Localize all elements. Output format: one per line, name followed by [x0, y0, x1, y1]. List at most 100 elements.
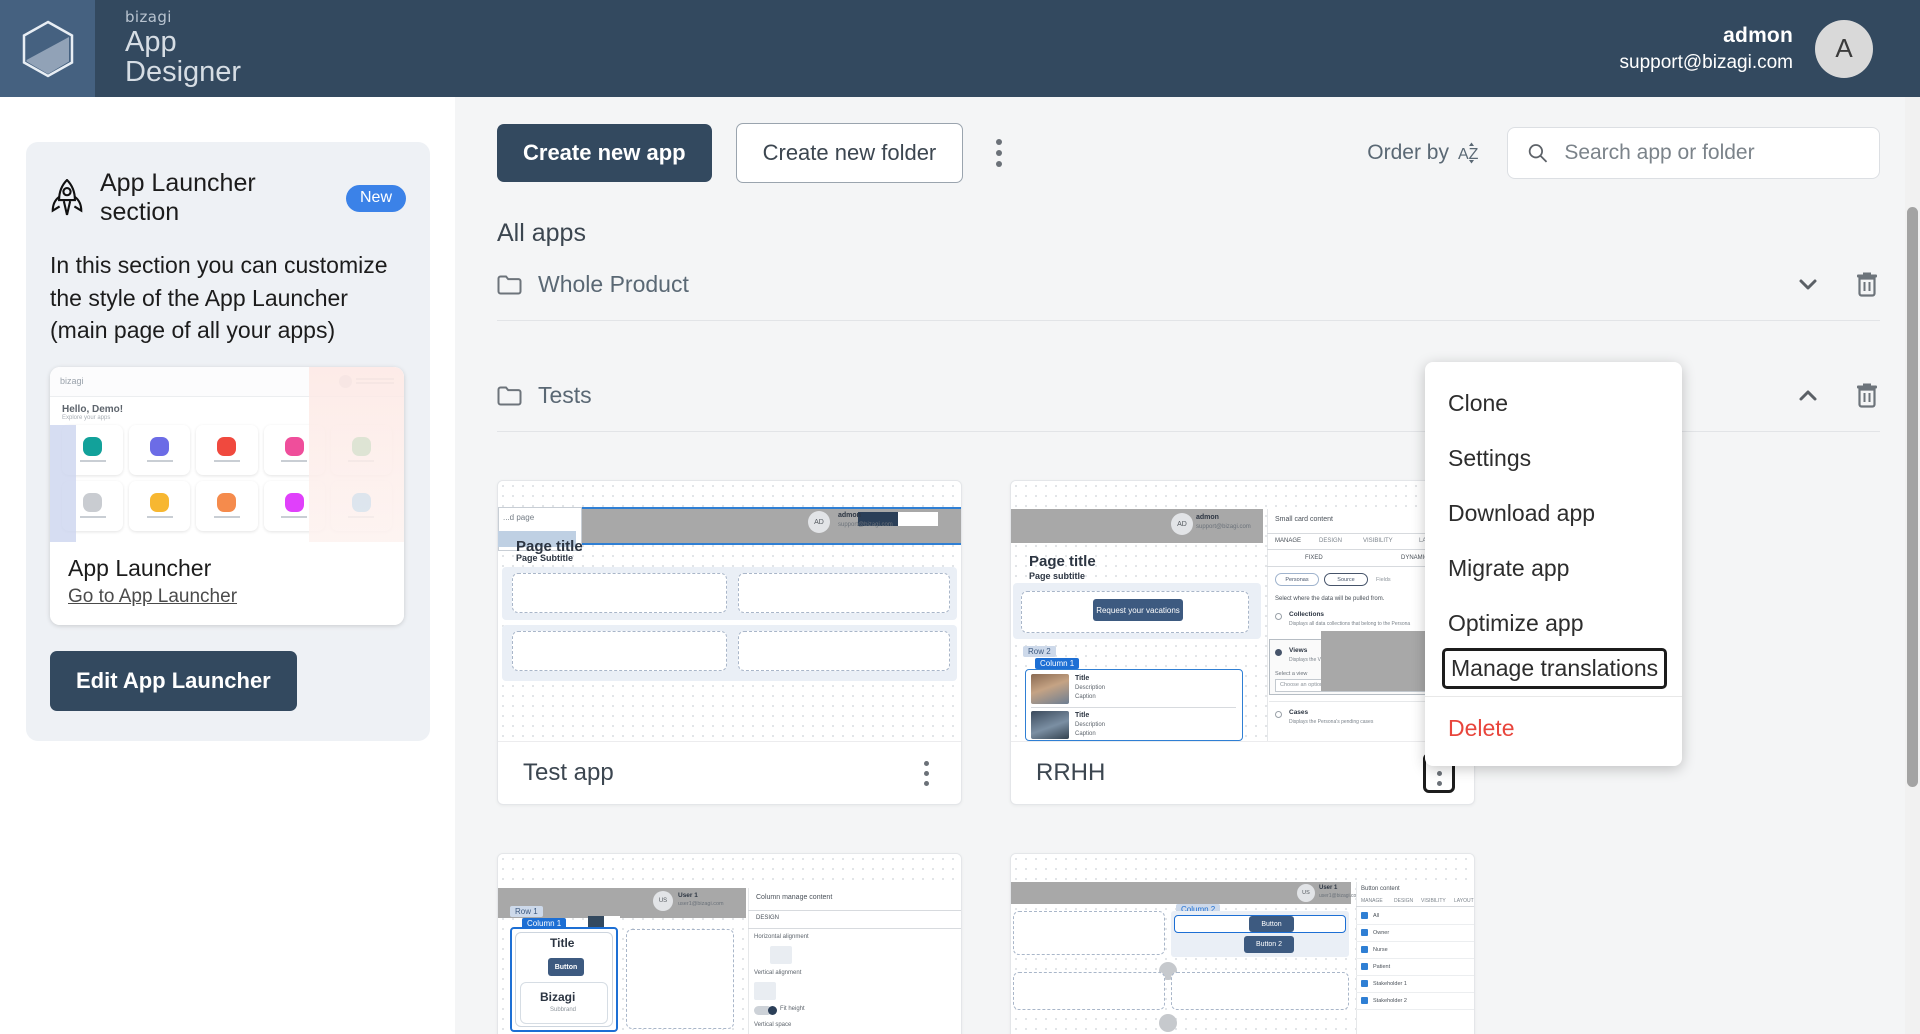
preview-tile-label: [79, 460, 106, 463]
brand-block: bizagi App Designer: [95, 7, 242, 88]
thumb-checkbox-row: All: [1361, 912, 1379, 919]
thumb-page-title: Page title: [1029, 553, 1096, 570]
thumb-page-subtitle: Page subtitle: [1029, 571, 1086, 581]
app-card[interactable]: US User 1 user1@bizagi.com Column 2 Butt…: [1010, 853, 1475, 1034]
preview-tile-icon: [150, 493, 170, 513]
new-badge: New: [345, 184, 406, 212]
edit-app-launcher-button[interactable]: Edit App Launcher: [50, 650, 297, 711]
trash-icon[interactable]: [1854, 270, 1880, 298]
preview-tile-label: [146, 516, 173, 519]
thumb-checkbox-row: Nurse: [1361, 946, 1388, 953]
context-menu-item-download-app[interactable]: Download app: [1425, 486, 1682, 541]
folder-name: Tests: [538, 381, 592, 408]
context-menu-item-migrate-app[interactable]: Migrate app: [1425, 541, 1682, 596]
thumb-field-label: Fit height: [780, 1006, 805, 1012]
preview-app-tile: [129, 480, 191, 531]
thumb-field-label: Horizontal alignment: [754, 934, 809, 940]
thumb-brand: Bizagi: [540, 990, 576, 1004]
go-to-app-launcher-link[interactable]: Go to App Launcher: [68, 586, 237, 608]
app-thumbnail: ...d page AD admon support@bizagi.com Pa…: [498, 481, 961, 741]
app-logo[interactable]: [0, 0, 95, 97]
preview-tile-icon: [83, 493, 103, 513]
thumb-row-label: Row 2: [1023, 646, 1056, 657]
preview-app-tile: [196, 424, 258, 475]
context-menu-item-clone[interactable]: Clone: [1425, 376, 1682, 431]
thumb-step: Source: [1324, 573, 1368, 586]
thumb-checkbox-label: Stakeholder 1: [1373, 980, 1407, 987]
trash-icon[interactable]: [1854, 381, 1880, 409]
app-card[interactable]: ...d page AD admon support@bizagi.com Pa…: [497, 480, 962, 805]
thumb-user: admon: [1196, 514, 1219, 521]
thumb-panel-subtab: FIXED: [1305, 555, 1323, 561]
thumb-avatar: US: [653, 891, 673, 911]
thumb-hint: Select where the data will be pulled fro…: [1275, 596, 1385, 602]
preview-tile-icon: [284, 437, 304, 457]
avatar[interactable]: A: [1815, 19, 1873, 78]
preview-tile-icon: [217, 437, 237, 457]
thumb-checkbox-label: Nurse: [1373, 946, 1388, 953]
preview-tile-label: [213, 460, 240, 463]
thumb-row-label: Row 1: [510, 906, 543, 917]
thumb-list-desc: Description: [1075, 722, 1106, 728]
thumb-option-label: Views: [1289, 647, 1308, 654]
create-new-folder-button[interactable]: Create new folder: [735, 123, 964, 183]
chevron-up-icon[interactable]: [1794, 381, 1822, 409]
chevron-down-icon[interactable]: [1794, 270, 1822, 298]
thumb-checkbox-row: Owner: [1361, 929, 1389, 936]
order-by-control[interactable]: Order by AZ: [1367, 140, 1484, 166]
preview-tile-label: [146, 460, 173, 463]
folder-icon: [497, 275, 522, 294]
folder-row[interactable]: Whole Product: [497, 270, 1880, 321]
page-scrollbar-track[interactable]: [1905, 97, 1920, 1034]
context-menu-item-optimize-app[interactable]: Optimize app: [1425, 596, 1682, 651]
toolbar-kebab-menu-icon[interactable]: [985, 135, 1013, 171]
preview-logo-text: bizagi: [60, 376, 84, 387]
thumb-panel-tab: VISIBILITY: [1421, 898, 1446, 904]
thumb-avatar: AD: [1171, 513, 1193, 535]
app-card[interactable]: AD admon support@bizagi.com Page title P…: [1010, 480, 1475, 805]
menu-separator: [1425, 696, 1682, 697]
thumb-panel-tab: MANAGE: [1361, 898, 1383, 904]
promo-title: App Launcher section: [100, 169, 256, 226]
thumb-list-title: Title: [1075, 675, 1090, 682]
header-user-area[interactable]: admon support@bizagi.com A: [1620, 19, 1920, 78]
preview-card-title: App Launcher: [68, 554, 212, 581]
thumb-select-placeholder: Choose an option: [1280, 682, 1324, 688]
user-info: admon support@bizagi.com: [1620, 22, 1793, 76]
context-menu-item-delete[interactable]: Delete: [1425, 701, 1682, 756]
app-card-grid: ...d page AD admon support@bizagi.com Pa…: [455, 432, 1920, 1034]
thumb-option-desc: Displays all data collections that belon…: [1289, 621, 1411, 627]
app-card-footer: Test app: [498, 741, 961, 804]
app-card[interactable]: US User 1 user1@bizagi.com Row 1 Column …: [497, 853, 962, 1034]
order-by-label: Order by: [1367, 141, 1449, 164]
page-scrollbar-thumb[interactable]: [1907, 207, 1918, 787]
preview-tile-icon: [83, 437, 103, 457]
brand-line-2: Designer: [125, 55, 242, 88]
thumb-panel-title: Small card content: [1275, 516, 1333, 523]
preview-app-tile: [129, 424, 191, 475]
thumb-panel-tab: MANAGE: [1275, 538, 1302, 544]
search-box[interactable]: [1507, 127, 1880, 179]
thumb-select-label: Select a view: [1275, 671, 1308, 677]
preview-tile-label: [213, 516, 240, 519]
preview-blue-accent: [50, 424, 76, 542]
left-sidebar: App Launcher section New In this section…: [0, 97, 455, 1034]
svg-text:AZ: AZ: [1458, 146, 1479, 163]
context-menu-item-settings[interactable]: Settings: [1425, 431, 1682, 486]
brand-line-1: App: [125, 25, 177, 58]
thumb-list-caption: Caption: [1075, 731, 1096, 737]
brand-small-text: bizagi: [125, 7, 172, 26]
thumb-option-label: Collections: [1289, 611, 1325, 618]
user-email: support@bizagi.com: [1619, 51, 1793, 73]
checkbox-icon: [1361, 980, 1368, 987]
thumb-button: Button: [1249, 916, 1294, 932]
app-launcher-preview-card[interactable]: bizagi Hello, Demo! Explore your apps Ap…: [50, 366, 404, 625]
thumb-list-title: Title: [1075, 712, 1090, 719]
search-input[interactable]: [1564, 141, 1860, 165]
create-new-app-button[interactable]: Create new app: [497, 124, 712, 182]
app-thumbnail: US User 1 user1@bizagi.com Row 1 Column …: [498, 854, 961, 1034]
thumb-email: support@bizagi.com: [1196, 524, 1251, 530]
app-card-kebab-menu-icon[interactable]: [913, 756, 939, 790]
context-menu-item-manage-translations[interactable]: Manage translations: [1441, 648, 1668, 689]
thumb-panel-title: Column manage content: [756, 894, 833, 901]
